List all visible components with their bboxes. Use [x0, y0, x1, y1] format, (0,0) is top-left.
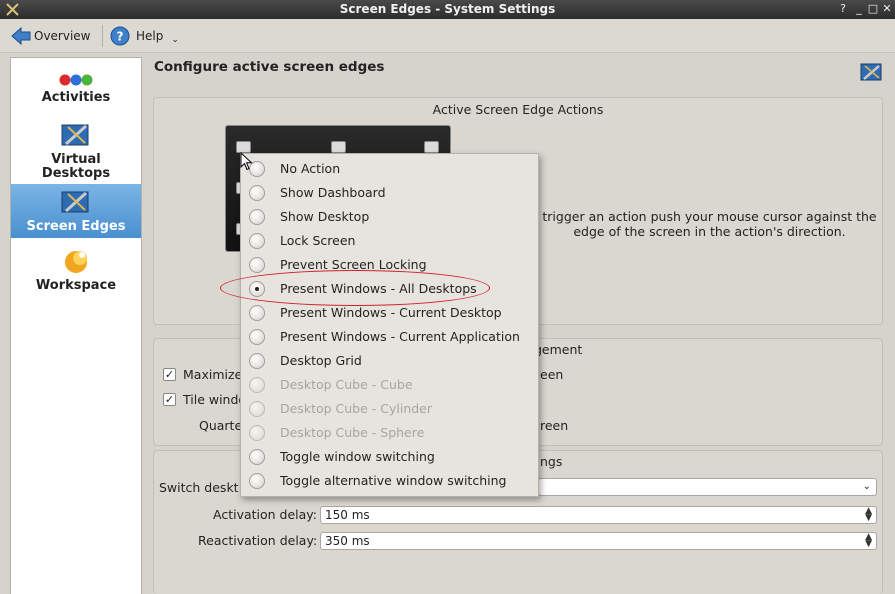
menu-item-label: No Action	[280, 161, 341, 176]
radio-button[interactable]	[249, 209, 265, 225]
radio-button	[249, 425, 265, 441]
menu-item-label: Desktop Cube - Sphere	[280, 425, 425, 440]
group-title: ngs	[540, 454, 563, 469]
maximize-label: Maximize	[183, 367, 243, 382]
svg-text:?: ?	[117, 30, 124, 44]
menu-item-label: Present Windows - Current Desktop	[280, 305, 502, 320]
sidebar-item-activities[interactable]: Activities	[11, 72, 141, 126]
quarter-tiling-label: Quarte	[199, 418, 243, 433]
switch-desktop-select[interactable]: ⌄	[538, 478, 877, 496]
edge-action-menu: No Action Show Dashboard Show Desktop Lo…	[240, 153, 539, 497]
menu-item-desktop-cube-cylinder: Desktop Cube - Cylinder	[241, 397, 538, 421]
tile-windows-checkbox[interactable]: ✓	[163, 393, 176, 406]
tile-windows-label: Tile windo	[183, 392, 247, 407]
radio-button	[249, 401, 265, 417]
menu-item-label: Desktop Grid	[280, 353, 362, 368]
page-title: Configure active screen edges	[154, 59, 385, 75]
group-title: Active Screen Edge Actions	[432, 102, 604, 117]
radio-button[interactable]	[249, 233, 265, 249]
activation-delay-spinbox[interactable]: 150 ms ▲ ▼	[320, 506, 877, 524]
help-window-button[interactable]: ?	[836, 2, 850, 16]
close-button[interactable]: ✕	[880, 2, 894, 16]
overview-button[interactable]: Overview	[10, 24, 91, 48]
title-bar: Screen Edges - System Settings ? _ □ ✕	[0, 0, 895, 19]
reactivation-delay-label: Reactivation delay:	[198, 533, 318, 548]
window-title: Screen Edges - System Settings	[339, 2, 556, 16]
sidebar: Activities Virtual Desktops Screen Edges…	[10, 57, 142, 594]
menu-item-toggle-window-switching[interactable]: Toggle window switching	[241, 445, 538, 469]
screen-edges-icon	[61, 191, 89, 213]
menu-item-label: Show Desktop	[280, 209, 370, 224]
minimize-button[interactable]: _	[852, 2, 866, 16]
menu-item-show-dashboard[interactable]: Show Dashboard	[241, 181, 538, 205]
menu-item-desktop-grid[interactable]: Desktop Grid	[241, 349, 538, 373]
help-button[interactable]: ? Help ⌄	[110, 24, 179, 48]
activation-delay-value: 150 ms	[325, 508, 370, 522]
maximize-label-suffix: een	[540, 367, 564, 382]
radio-button[interactable]	[249, 329, 265, 345]
radio-button[interactable]	[249, 449, 265, 465]
radio-button[interactable]	[249, 257, 265, 273]
menu-item-show-desktop[interactable]: Show Desktop	[241, 205, 538, 229]
help-icon: ?	[110, 26, 130, 46]
screen-edges-icon	[860, 63, 882, 81]
sidebar-item-label: Virtual Desktops	[41, 152, 111, 181]
menu-item-desktop-cube-sphere: Desktop Cube - Sphere	[241, 421, 538, 445]
menu-item-present-windows-current-application[interactable]: Present Windows - Current Application	[241, 325, 538, 349]
group-title: gement	[534, 342, 583, 357]
activation-delay-label: Activation delay:	[213, 507, 318, 522]
menu-item-label: Present Windows - Current Application	[280, 329, 520, 344]
overview-label: Overview	[34, 29, 91, 43]
quarter-tiling-suffix: reen	[540, 418, 569, 433]
radio-button[interactable]	[249, 305, 265, 321]
radio-button[interactable]	[249, 353, 265, 369]
spin-arrows-icon[interactable]: ▲ ▼	[865, 507, 872, 523]
radio-button[interactable]	[249, 185, 265, 201]
reactivation-delay-value: 350 ms	[325, 534, 370, 548]
menu-item-label: Show Dashboard	[280, 185, 386, 200]
highlight-ellipse	[220, 270, 490, 306]
sidebar-item-workspace[interactable]: Workspace	[11, 246, 141, 296]
edge-top[interactable]	[331, 141, 346, 153]
menu-item-label: Lock Screen	[280, 233, 356, 248]
reactivation-delay-spinbox[interactable]: 350 ms ▲ ▼	[320, 532, 877, 550]
help-label: Help	[136, 29, 164, 43]
sidebar-item-label: Screen Edges	[26, 219, 126, 234]
radio-button	[249, 377, 265, 393]
radio-button[interactable]	[249, 473, 265, 489]
menu-item-label: Desktop Cube - Cylinder	[280, 401, 433, 416]
chevron-down-icon[interactable]: ⌄	[171, 35, 179, 45]
menu-item-toggle-alternative-window-switching[interactable]: Toggle alternative window switching	[241, 469, 538, 493]
sidebar-item-virtual-desktops[interactable]: Virtual Desktops	[11, 122, 141, 181]
maximize-checkbox[interactable]: ✓	[163, 368, 176, 381]
menu-item-desktop-cube-cube: Desktop Cube - Cube	[241, 373, 538, 397]
menu-item-lock-screen[interactable]: Lock Screen	[241, 229, 538, 253]
menu-item-no-action[interactable]: No Action	[241, 157, 538, 181]
toolbar: Overview ? Help ⌄	[0, 19, 895, 53]
help-text: trigger an action push your mouse cursor…	[542, 209, 877, 239]
maximize-button[interactable]: □	[866, 2, 880, 16]
sidebar-item-label: Activities	[41, 90, 111, 105]
toolbar-separator	[102, 25, 103, 47]
switch-desktop-label: Switch deskt	[159, 480, 239, 495]
menu-item-label: Desktop Cube - Cube	[280, 377, 413, 392]
menu-item-label: Toggle window switching	[280, 449, 435, 464]
back-arrow-icon	[11, 26, 31, 46]
edge-top-right[interactable]	[424, 141, 439, 153]
virtual-desktops-icon	[61, 124, 89, 146]
mouse-cursor-icon	[240, 152, 253, 171]
sidebar-item-screen-edges[interactable]: Screen Edges	[11, 184, 141, 238]
sidebar-item-label: Workspace	[35, 278, 117, 293]
menu-item-label: Toggle alternative window switching	[280, 473, 507, 488]
activities-icon	[59, 74, 93, 86]
chevron-down-icon: ⌄	[862, 481, 871, 492]
spin-arrows-icon[interactable]: ▲ ▼	[865, 533, 872, 549]
workspace-icon	[65, 251, 87, 273]
